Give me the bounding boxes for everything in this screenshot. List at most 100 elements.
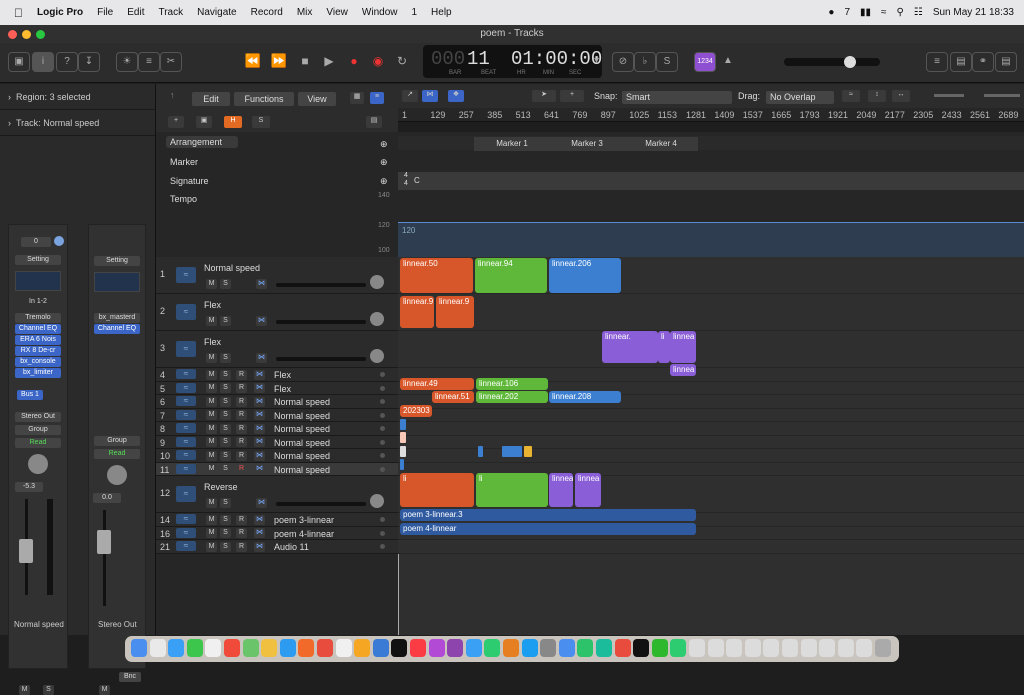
track-lane[interactable]: [398, 331, 1024, 368]
waveform-zoom-icon[interactable]: ≈: [842, 90, 860, 102]
track-solo-button[interactable]: S: [220, 437, 231, 447]
track-name[interactable]: Normal speed: [274, 397, 330, 407]
drag-select[interactable]: No Overlap: [766, 91, 834, 104]
audio-region[interactable]: linnea: [549, 473, 573, 507]
gain-knob-icon[interactable]: [53, 235, 64, 246]
dock-app-icon[interactable]: [689, 639, 705, 657]
track-mute-button[interactable]: M: [206, 450, 217, 461]
audio-region[interactable]: li: [658, 331, 670, 363]
track-flex-button[interactable]: ⋈: [254, 410, 265, 420]
dock-app-icon[interactable]: [317, 639, 333, 657]
lcd-dropdown-icon[interactable]: ▾: [594, 55, 599, 66]
track-volume-slider[interactable]: [276, 283, 366, 287]
track-header[interactable]: 16 ≈ M S R ⋈ poem 4-linnear: [156, 526, 398, 540]
bar-ruler[interactable]: 1 129 257 385 513 641 769 897 1025 1153 1281 1409 15…: [398, 108, 1024, 122]
audio-region[interactable]: linnear.106: [476, 378, 548, 390]
dock-app-icon[interactable]: [391, 639, 408, 657]
dock-app-icon[interactable]: [447, 639, 464, 657]
list-view-icon[interactable]: ≡: [370, 92, 384, 104]
dock-app-icon[interactable]: [837, 639, 854, 657]
mute-button[interactable]: M: [19, 685, 30, 695]
track-flex-button[interactable]: ⋈: [254, 464, 265, 474]
dock-app-icon[interactable]: [428, 639, 445, 657]
track-flex-button[interactable]: ⋈: [254, 541, 265, 552]
wechat-icon[interactable]: ●: [828, 7, 834, 18]
track-flex-button[interactable]: ⋈: [254, 450, 265, 461]
track-flex-button[interactable]: ⋈: [256, 316, 267, 326]
audio-region[interactable]: 202303: [400, 405, 432, 417]
editors-icon[interactable]: ✂: [160, 52, 182, 72]
group-slot[interactable]: Group: [94, 436, 140, 446]
output-slot[interactable]: Stereo Out: [15, 412, 61, 422]
dock-app-icon[interactable]: [763, 639, 780, 657]
track-mute-button[interactable]: M: [206, 528, 217, 538]
track-mute-button[interactable]: M: [206, 396, 217, 407]
track-inspector-row[interactable]: › Track: Normal speed: [0, 110, 155, 136]
tuner-icon[interactable]: ♭: [634, 52, 656, 72]
record-icon[interactable]: ●: [343, 52, 365, 72]
flex-icon[interactable]: ⋈: [422, 90, 438, 102]
master-volume-slider[interactable]: [784, 56, 880, 68]
menu-navigate[interactable]: Navigate: [197, 7, 236, 18]
dock-app-icon[interactable]: [819, 639, 836, 657]
dock-app-icon[interactable]: [279, 639, 296, 657]
dock-app-icon[interactable]: [372, 639, 389, 657]
track-name[interactable]: Normal speed: [274, 451, 330, 461]
track-mute-button[interactable]: M: [206, 410, 217, 420]
setting-button[interactable]: Setting: [15, 255, 61, 265]
track-mute-button[interactable]: M: [206, 514, 217, 525]
play-icon[interactable]: ▶: [318, 52, 340, 72]
marker-4[interactable]: Marker 4: [624, 137, 698, 151]
track-pan-knob[interactable]: [370, 312, 384, 326]
battery-icon[interactable]: ▮▮: [860, 7, 871, 18]
track-lane[interactable]: [398, 540, 1024, 554]
apple-menu-icon[interactable]: : [14, 6, 23, 20]
eq-thumbnail[interactable]: [15, 271, 61, 291]
track-mute-button[interactable]: M: [206, 353, 217, 363]
track-header[interactable]: 12 ≈ M S ⋈ Reverse: [156, 476, 398, 513]
dock-app-icon[interactable]: [521, 639, 538, 657]
dock-app-icon[interactable]: [726, 639, 743, 657]
audio-region[interactable]: linnea: [670, 331, 696, 363]
menu-app-name[interactable]: Logic Pro: [37, 7, 83, 18]
input-slot[interactable]: In 1-2: [15, 297, 61, 307]
track-name[interactable]: Flex: [204, 337, 221, 347]
track-volume-slider[interactable]: [276, 357, 366, 361]
mixer-icon[interactable]: ≡: [138, 52, 160, 72]
track-flex-button[interactable]: ⋈: [254, 528, 265, 538]
bounce-button[interactable]: Bnc: [119, 672, 141, 682]
track-solo-button[interactable]: S: [220, 279, 231, 289]
track-header[interactable]: 14 ≈ M S R ⋈ poem 3-linnear: [156, 513, 398, 527]
track-solo-button[interactable]: S: [220, 498, 231, 508]
menu-clock[interactable]: Sun May 21 18:33: [933, 7, 1014, 18]
track-header[interactable]: 21 ≈ M S R ⋈ Audio 11: [156, 540, 398, 554]
track-mute-button[interactable]: M: [206, 279, 217, 289]
wifi-icon[interactable]: ≈: [881, 7, 887, 18]
send-bus-slot[interactable]: Bus 1: [17, 390, 43, 400]
chevron-right-icon[interactable]: ›: [8, 118, 11, 128]
menu-window[interactable]: Window: [362, 7, 398, 18]
dock-app-icon[interactable]: [410, 639, 426, 657]
track-name[interactable]: Normal speed: [274, 465, 330, 475]
menu-record[interactable]: Record: [251, 7, 283, 18]
dock-app-icon[interactable]: [596, 639, 612, 657]
track-solo-button[interactable]: S: [220, 353, 231, 363]
global-tracks-icon[interactable]: ▤: [366, 116, 382, 128]
track-name[interactable]: Audio 11: [274, 542, 309, 552]
marker-1[interactable]: Marker 1: [474, 137, 550, 151]
rewind-icon[interactable]: ⏪: [242, 52, 264, 72]
dock-app-icon[interactable]: [651, 639, 668, 657]
track-solo-button[interactable]: S: [220, 316, 231, 326]
functions-menu[interactable]: Functions: [234, 92, 294, 106]
capture-record-icon[interactable]: ◉: [367, 52, 389, 72]
loop-browser-icon[interactable]: ⚭: [972, 52, 994, 72]
track-header[interactable]: 2 ≈ M S ⋈ Flex: [156, 294, 398, 331]
automation-icon[interactable]: ↗: [402, 90, 418, 102]
track-record-button[interactable]: R: [236, 514, 247, 525]
dock-app-icon[interactable]: [875, 639, 891, 657]
volume-fader[interactable]: [97, 530, 111, 554]
automation-mode[interactable]: Read: [94, 449, 140, 459]
menu-mix[interactable]: Mix: [297, 7, 313, 18]
arrangement-label[interactable]: Arrangement: [166, 136, 238, 148]
group-slot[interactable]: Group: [15, 425, 61, 435]
